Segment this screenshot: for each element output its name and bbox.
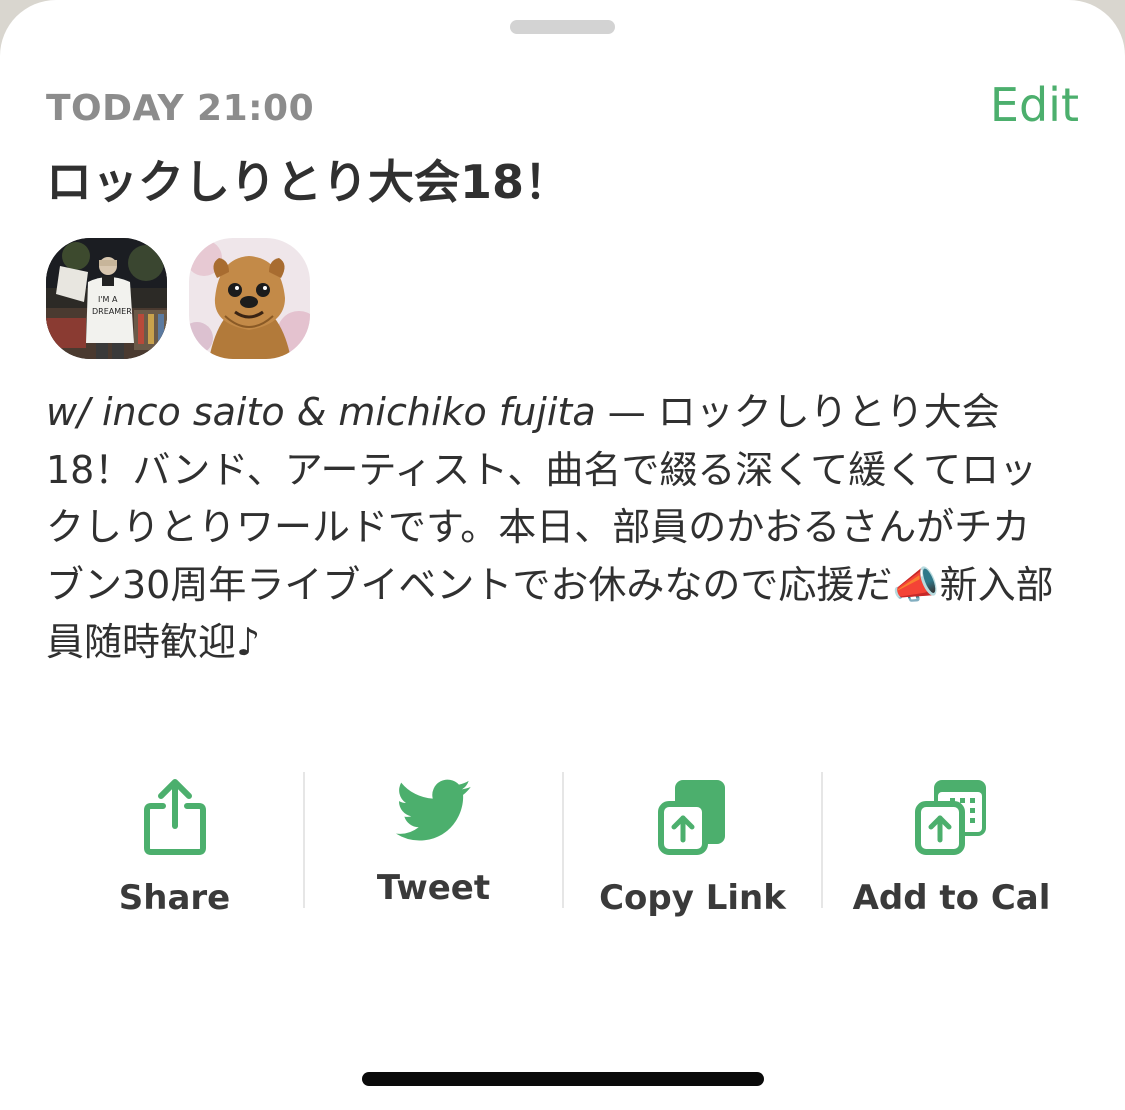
share-button[interactable]: Share: [46, 772, 303, 918]
event-hosts[interactable]: w/ inco saito & michiko fujita: [46, 390, 596, 434]
home-indicator[interactable]: [362, 1072, 764, 1086]
copy-link-label: Copy Link: [599, 878, 786, 918]
avatar-michiko-fujita[interactable]: [189, 238, 310, 359]
svg-text:I'M A: I'M A: [98, 295, 118, 304]
hosts-separator: —: [595, 390, 658, 434]
copy-link-button[interactable]: Copy Link: [562, 772, 821, 918]
svg-text:DREAMER: DREAMER: [92, 307, 132, 316]
edit-button[interactable]: Edit: [990, 78, 1079, 132]
action-bar: Share Tweet Copy Link Add to Cal: [46, 772, 1080, 918]
tweet-label: Tweet: [376, 868, 491, 908]
calendar-add-icon: [914, 780, 986, 855]
add-to-cal-button[interactable]: Add to Cal: [821, 772, 1080, 918]
avatar-inco-saito[interactable]: I'M A DREAMER: [46, 238, 167, 359]
share-label: Share: [118, 878, 231, 918]
event-sheet: TODAY 21:00 Edit ロックしりとり大会18！ I'M A DREA…: [0, 0, 1125, 1110]
tweet-button[interactable]: Tweet: [303, 772, 562, 908]
event-title: ロックしりとり大会18！: [46, 155, 571, 209]
event-time: TODAY 21:00: [46, 88, 315, 129]
person-photo-icon: I'M A DREAMER: [46, 238, 167, 359]
dog-photo-icon: [189, 238, 310, 359]
sheet-grabber[interactable]: [510, 20, 615, 34]
event-description: w/ inco saito & michiko fujita — ロックしりとり…: [46, 384, 1066, 672]
copy-link-icon: [657, 780, 725, 855]
add-to-cal-label: Add to Cal: [852, 878, 1051, 918]
twitter-bird-icon: [395, 779, 471, 841]
share-icon: [143, 779, 206, 855]
